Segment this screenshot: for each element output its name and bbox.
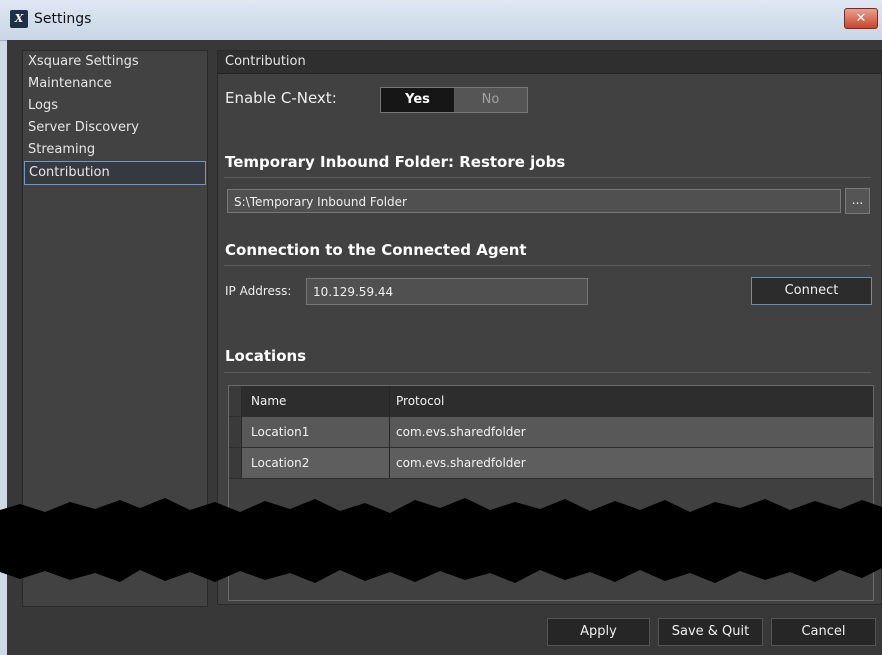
temp-folder-section-title: Temporary Inbound Folder: Restore jobs	[225, 153, 566, 171]
location-protocol-cell: com.evs.sharedfolder	[396, 425, 526, 439]
save-quit-button[interactable]: Save & Quit	[658, 618, 763, 646]
enable-cnext-toggle[interactable]: Yes No	[380, 87, 528, 113]
enable-cnext-label: Enable C-Next:	[225, 89, 337, 107]
column-header-protocol[interactable]: Protocol	[396, 386, 856, 416]
row-header-cell[interactable]	[229, 417, 242, 447]
sidebar-item-server-discovery[interactable]: Server Discovery	[23, 117, 207, 139]
table-row[interactable]: Location2 com.evs.sharedfolder	[229, 448, 873, 479]
sidebar-item-xsquare-settings[interactable]: Xsquare Settings	[23, 51, 207, 73]
temp-folder-field[interactable]: S:\Temporary Inbound Folder	[227, 189, 841, 213]
apply-button[interactable]: Apply	[547, 618, 650, 646]
sidebar-item-maintenance[interactable]: Maintenance	[23, 73, 207, 95]
location-protocol-cell: com.evs.sharedfolder	[396, 456, 526, 470]
row-header-cell	[229, 386, 242, 416]
close-button[interactable]: ✕	[844, 8, 878, 29]
divider	[224, 372, 871, 373]
table-row[interactable]: Location1 com.evs.sharedfolder	[229, 417, 873, 448]
connection-section-title: Connection to the Connected Agent	[225, 241, 527, 259]
location-name-cell: Location1	[251, 425, 310, 439]
cancel-button[interactable]: Cancel	[771, 618, 876, 646]
ip-address-label: IP Address:	[225, 284, 292, 298]
column-separator	[389, 386, 390, 478]
divider	[224, 177, 871, 178]
locations-section-title: Locations	[225, 347, 307, 365]
table-header-row: Name Protocol	[229, 386, 873, 417]
browse-button[interactable]: ...	[845, 188, 870, 214]
toggle-yes-option[interactable]: Yes	[381, 88, 454, 112]
row-header-cell[interactable]	[229, 448, 242, 478]
close-icon: ✕	[855, 11, 867, 26]
app-icon: X	[10, 10, 28, 28]
window-title: Settings	[34, 11, 92, 27]
torn-edge-overlay	[0, 498, 882, 583]
connect-button[interactable]: Connect	[751, 277, 872, 305]
divider	[224, 265, 871, 266]
sidebar-item-logs[interactable]: Logs	[23, 95, 207, 117]
location-name-cell: Location2	[251, 456, 310, 470]
sidebar-item-streaming[interactable]: Streaming	[23, 139, 207, 161]
column-header-name[interactable]: Name	[251, 386, 389, 416]
sidebar-item-contribution[interactable]: Contribution	[24, 161, 206, 185]
title-bar: X Settings ✕	[0, 0, 882, 41]
ip-address-field[interactable]: 10.129.59.44	[306, 278, 588, 305]
toggle-no-option[interactable]: No	[454, 88, 527, 112]
panel-header: Contribution	[218, 51, 881, 74]
